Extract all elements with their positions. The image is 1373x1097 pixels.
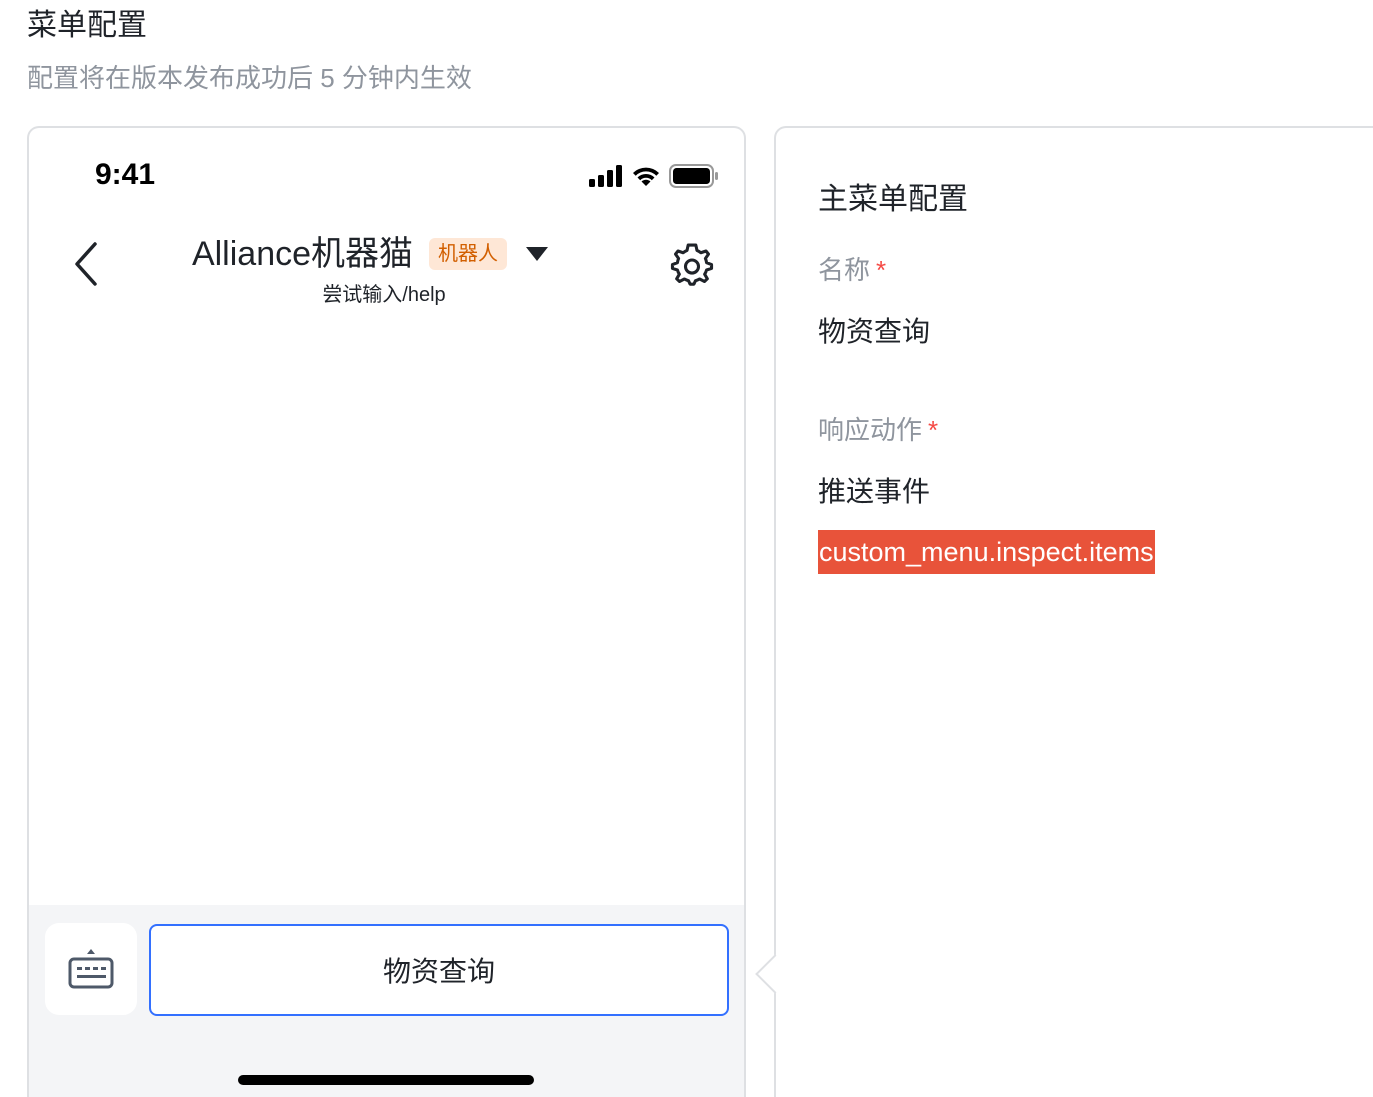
name-label: 名称 * bbox=[818, 250, 886, 287]
page-title: 菜单配置 bbox=[27, 9, 147, 42]
keyboard-icon bbox=[68, 949, 114, 989]
status-time: 9:41 bbox=[95, 158, 156, 191]
signal-icon bbox=[589, 165, 622, 187]
keyboard-toggle-button[interactable] bbox=[45, 923, 137, 1015]
name-required-mark: * bbox=[876, 255, 887, 285]
event-key-value[interactable]: custom_menu.inspect.items bbox=[818, 530, 1155, 574]
gear-icon bbox=[670, 243, 714, 286]
home-indicator bbox=[238, 1075, 534, 1085]
chat-title: Alliance机器猫 bbox=[191, 235, 414, 273]
phone-preview: 9:41 Alliance机器猫 机器人 尝试输入/help 物资查询 bbox=[27, 126, 746, 1097]
panel-title: 主菜单配置 bbox=[818, 183, 968, 216]
name-label-text: 名称 bbox=[818, 255, 871, 285]
menu-item-button[interactable]: 物资查询 bbox=[149, 924, 729, 1016]
action-required-mark: * bbox=[928, 415, 939, 445]
chat-header: Alliance机器猫 机器人 bbox=[29, 232, 744, 276]
menu-bar: 物资查询 bbox=[29, 905, 744, 1097]
config-panel: 主菜单配置 名称 * 物资查询 响应动作 * 推送事件 custom_menu.in… bbox=[774, 126, 1373, 1097]
chat-hint: 尝试输入/help bbox=[322, 284, 446, 306]
caret-down-icon[interactable] bbox=[525, 246, 549, 262]
battery-icon bbox=[669, 164, 718, 188]
action-value[interactable]: 推送事件 bbox=[818, 470, 930, 510]
page-subtitle: 配置将在版本发布成功后 5 分钟内生效 bbox=[27, 63, 472, 93]
status-icons bbox=[589, 164, 719, 188]
wifi-icon bbox=[633, 167, 659, 186]
name-value[interactable]: 物资查询 bbox=[818, 310, 930, 350]
action-label: 响应动作 * bbox=[818, 410, 938, 447]
settings-button[interactable] bbox=[669, 242, 715, 288]
robot-badge: 机器人 bbox=[429, 238, 508, 270]
action-label-text: 响应动作 bbox=[818, 415, 923, 445]
